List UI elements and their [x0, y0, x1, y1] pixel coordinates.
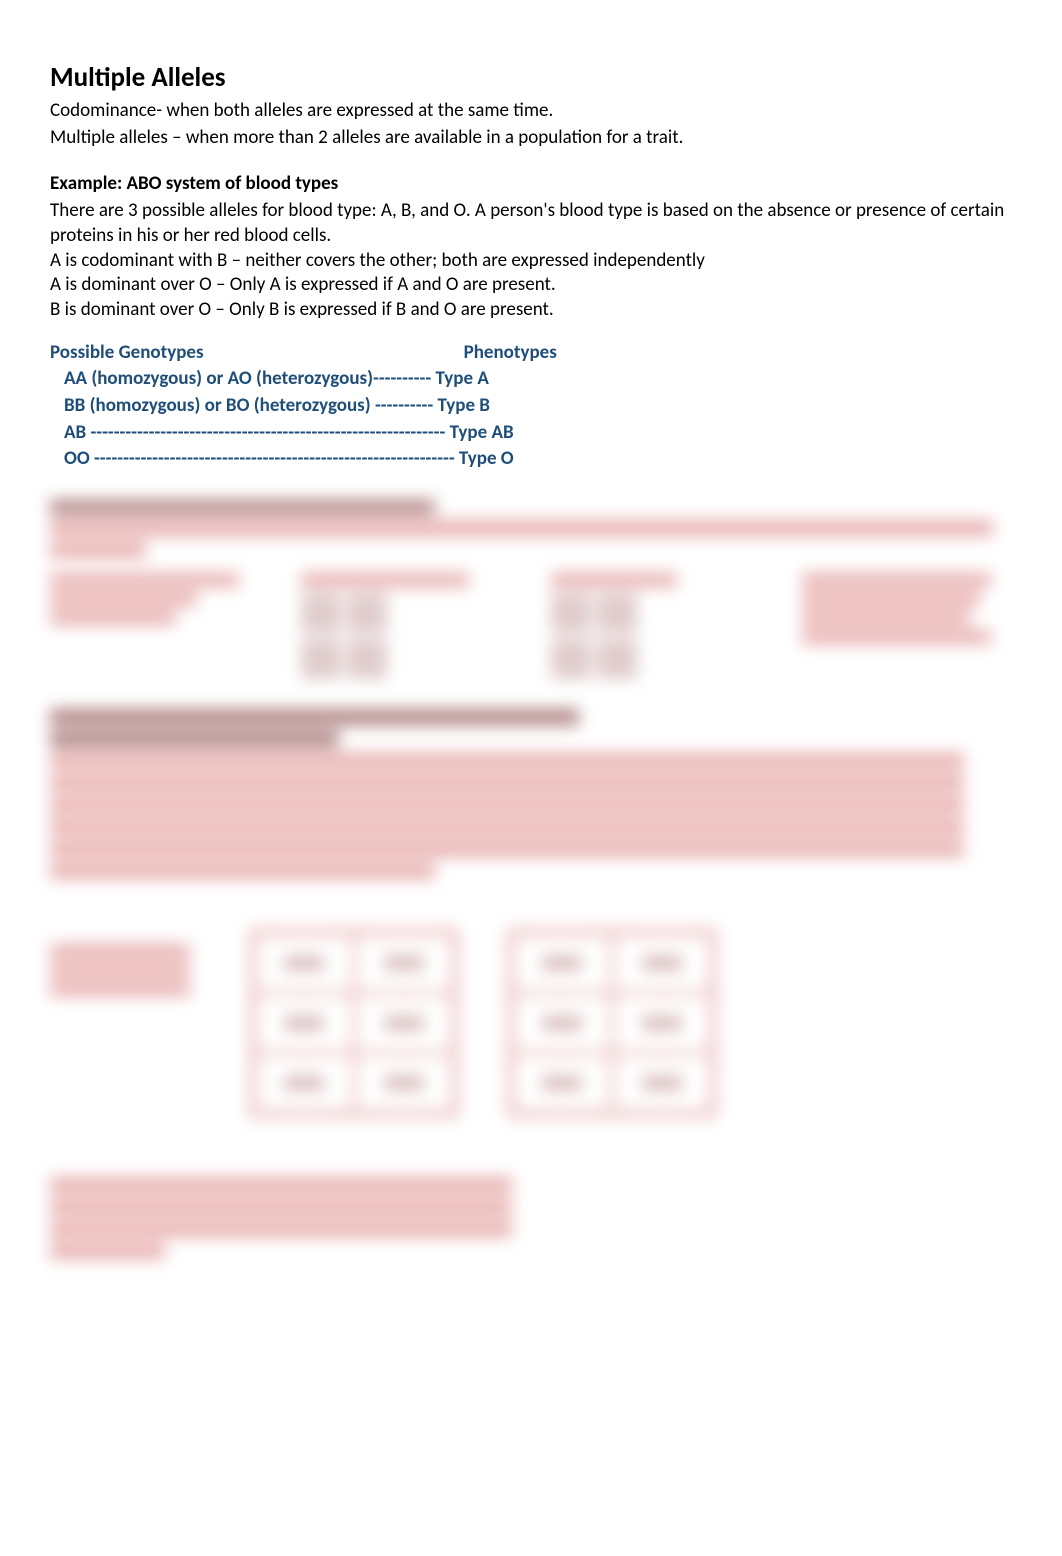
- example-p1: There are 3 possible alleles for blood t…: [50, 199, 1012, 248]
- genotype-row-2: BB (homozygous) or BO (heterozygous) ---…: [50, 394, 1012, 419]
- blurred-paragraph: [50, 709, 1012, 879]
- blurred-tables: [50, 909, 1012, 1137]
- example-header: Example: ABO system of blood types: [50, 172, 1012, 197]
- genotypes-section: Possible Genotypes Phenotypes AA (homozyg…: [50, 341, 1012, 472]
- blurred-content-region: [50, 500, 1012, 1259]
- genotype-row-1: AA (homozygous) or AO (heterozygous)----…: [50, 367, 1012, 392]
- page-title: Multiple Alleles: [50, 60, 1012, 95]
- example-section: Example: ABO system of blood types There…: [50, 172, 1012, 322]
- phenotypes-label: Phenotypes: [464, 341, 557, 364]
- blurred-bottom-paragraph: [50, 1177, 1012, 1259]
- genotype-row-4: OO -------------------------------------…: [50, 447, 1012, 472]
- genotype-row-3: AB -------------------------------------…: [50, 421, 1012, 446]
- genotypes-label: Possible Genotypes: [50, 341, 204, 364]
- intro-block: Codominance- when both alleles are expre…: [50, 99, 1012, 150]
- blurred-block-1: [50, 500, 1012, 679]
- example-p3: A is dominant over O – Only A is express…: [50, 273, 1012, 298]
- genotypes-header: Possible Genotypes Phenotypes: [50, 341, 1012, 366]
- example-p4: B is dominant over O – Only B is express…: [50, 298, 1012, 323]
- intro-line-2: Multiple alleles – when more than 2 alle…: [50, 126, 1012, 151]
- intro-line-1: Codominance- when both alleles are expre…: [50, 99, 1012, 124]
- example-p2: A is codominant with B – neither covers …: [50, 249, 1012, 274]
